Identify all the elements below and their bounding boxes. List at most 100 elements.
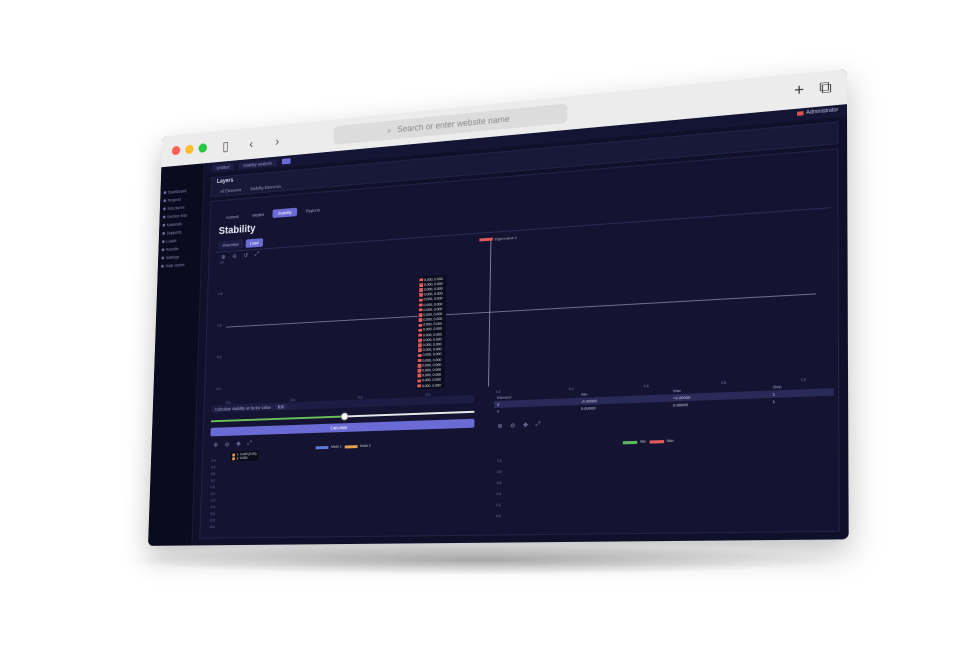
- sidebar-item-label: Results: [166, 246, 179, 251]
- slider-handle[interactable]: [341, 412, 348, 420]
- node-label-swatch: [419, 313, 423, 317]
- node-label-text: 0.000, 0.000: [422, 373, 441, 378]
- node-label-swatch: [419, 293, 423, 297]
- legend-swatch-max: [649, 440, 664, 444]
- sidebar-item-icon: [163, 224, 166, 227]
- address-placeholder: Search or enter website name: [397, 114, 510, 134]
- node-label-swatch: [418, 349, 422, 353]
- legend-label-min: Min: [640, 440, 646, 444]
- node-label-swatch: [418, 354, 422, 358]
- layers-link-all[interactable]: All Elements: [220, 187, 242, 193]
- sidebar-item-icon: [162, 232, 165, 235]
- y-tick-label: 0.0: [217, 324, 221, 328]
- window-shadow: [120, 545, 840, 575]
- forward-icon[interactable]: ›: [270, 133, 284, 149]
- factor-input[interactable]: 0.5: [274, 404, 287, 409]
- sidebar-item-label: Projects: [168, 197, 182, 203]
- sidebar-item-label: Help center: [165, 262, 184, 268]
- pan-icon[interactable]: ✥: [523, 422, 528, 429]
- node-label-swatch: [418, 328, 422, 332]
- sidebar-item-label: Loads: [166, 238, 176, 243]
- sidebar-item[interactable]: Help center: [158, 259, 201, 270]
- node-label-swatch: [418, 369, 422, 373]
- zoom-in-icon[interactable]: ⊕: [214, 442, 219, 449]
- sidebar-toggle-icon[interactable]: ▯: [219, 137, 233, 154]
- sidebar-item-icon: [163, 207, 166, 210]
- tab-modes[interactable]: Modes: [247, 210, 269, 220]
- node-label-swatch: [419, 288, 423, 292]
- axis-tick-label: 1.0: [497, 456, 502, 467]
- sidebar-item-label: Materials: [167, 222, 182, 228]
- sidebar-item-label: Dashboard: [168, 188, 187, 194]
- node-label-swatch: [417, 384, 421, 388]
- node-label-swatch: [417, 379, 421, 383]
- node-label-swatch: [418, 344, 422, 348]
- node-label-swatch: [419, 298, 423, 302]
- pan-icon[interactable]: ✥: [236, 441, 241, 448]
- zoom-out-icon[interactable]: ⊖: [225, 441, 230, 448]
- node-label-list: 0.000, 0.000 0.000, 0.000 0.000, 0.000 0.00…: [416, 275, 446, 390]
- flag-icon: [797, 111, 803, 116]
- sidebar-item-icon: [161, 257, 164, 260]
- axis-tick-label: 0.4: [496, 489, 501, 500]
- user-menu[interactable]: Administrator: [797, 107, 839, 117]
- zoom-out-icon[interactable]: ⊖: [510, 422, 515, 429]
- chrome-actions: + ⧉: [794, 79, 832, 101]
- zoom-in-icon[interactable]: ⊕: [497, 423, 502, 430]
- node-label-swatch: [419, 303, 423, 307]
- layers-link-stability[interactable]: Stability Elements: [250, 184, 281, 191]
- tab-actions[interactable]: Actions: [221, 212, 244, 222]
- axis-tick-label: 0.6: [497, 478, 502, 489]
- tab-reports[interactable]: Reports: [301, 205, 326, 215]
- node-label-swatch: [419, 283, 423, 287]
- sidebar-item-label: Structures: [167, 205, 184, 211]
- node-label-swatch: [419, 278, 423, 282]
- stage: ▯ ‹ › ⌕ Search or enter website name + ⧉…: [0, 0, 960, 650]
- node-label-swatch: [418, 333, 422, 337]
- node-label-text: 0.000, 0.000: [422, 378, 441, 383]
- tooltip-swatch: [232, 457, 235, 460]
- window-controls: [172, 143, 207, 155]
- segment-overview[interactable]: Overview: [218, 240, 243, 250]
- legend-swatch-mode-2: [344, 445, 357, 448]
- minimize-window-button[interactable]: [185, 144, 194, 154]
- axis-tick-label: -0.6: [209, 524, 214, 531]
- tabs-overview-icon[interactable]: ⧉: [819, 79, 831, 99]
- layers-title: Layers: [217, 178, 234, 185]
- legend-label-max: Max: [667, 439, 674, 443]
- sidebar-item-label: Section lists: [167, 213, 187, 219]
- model-selector[interactable]: Stability analysis: [239, 159, 277, 169]
- close-window-button[interactable]: [172, 146, 181, 156]
- maximize-window-button[interactable]: [198, 143, 207, 153]
- legend-label-mode-1: Mode 1: [331, 445, 342, 449]
- project-selector[interactable]: Untitled: [212, 163, 234, 171]
- left-chart-y-ticks: 0.4 0.3 0.2 0.1 0.0 -0.1 -0.2 -0.3 -0.4 -0.5 -0.6: [209, 458, 217, 531]
- node-label-swatch: [418, 364, 422, 368]
- page-title: Stability: [219, 223, 256, 237]
- y-tick-label: 0.5: [218, 292, 222, 296]
- node-label[interactable]: 0.000, 0.000: [417, 382, 443, 388]
- right-chart-legend: Min Max: [623, 439, 674, 445]
- fit-icon[interactable]: ⤢: [247, 441, 251, 448]
- main-y-ticks: 1.0 0.5 0.0 -0.5 -1.0: [215, 260, 224, 391]
- tab-stability[interactable]: Stability: [273, 208, 298, 218]
- segment-load[interactable]: Load: [245, 238, 263, 248]
- back-icon[interactable]: ‹: [244, 135, 258, 151]
- tooltip-swatch: [232, 453, 235, 456]
- node-label-swatch: [418, 359, 422, 363]
- new-tab-icon[interactable]: +: [794, 81, 804, 100]
- axis-tick-label: 0.2: [496, 500, 501, 511]
- factor-controls: Calculate stability at factor value 0.5 …: [207, 395, 475, 538]
- tooltip-row: y: 0.000: [232, 456, 256, 460]
- layers-links: All Elements Stability Elements: [220, 184, 281, 194]
- legend-swatch: [479, 238, 492, 242]
- tooltip-y: y: 0.000: [237, 456, 248, 460]
- main-plot-x-axis: [226, 294, 816, 327]
- model-action-button[interactable]: [281, 158, 290, 164]
- sidebar-item-label: Supports: [166, 230, 181, 236]
- results-section: Element Min Max Step X -0.00000 +0.00000: [492, 381, 834, 535]
- stability-panel: Actions Modes Stability Reports Stabilit…: [199, 148, 839, 538]
- fit-icon[interactable]: ⤢: [536, 421, 541, 428]
- right-chart-toolbar: ⊕ ⊖ ✥ ⤢: [497, 412, 833, 430]
- main-plot[interactable]: 1.00.50.0-0.5-1.0 -0.6-0.4-0.20.00.20.40…: [213, 215, 829, 408]
